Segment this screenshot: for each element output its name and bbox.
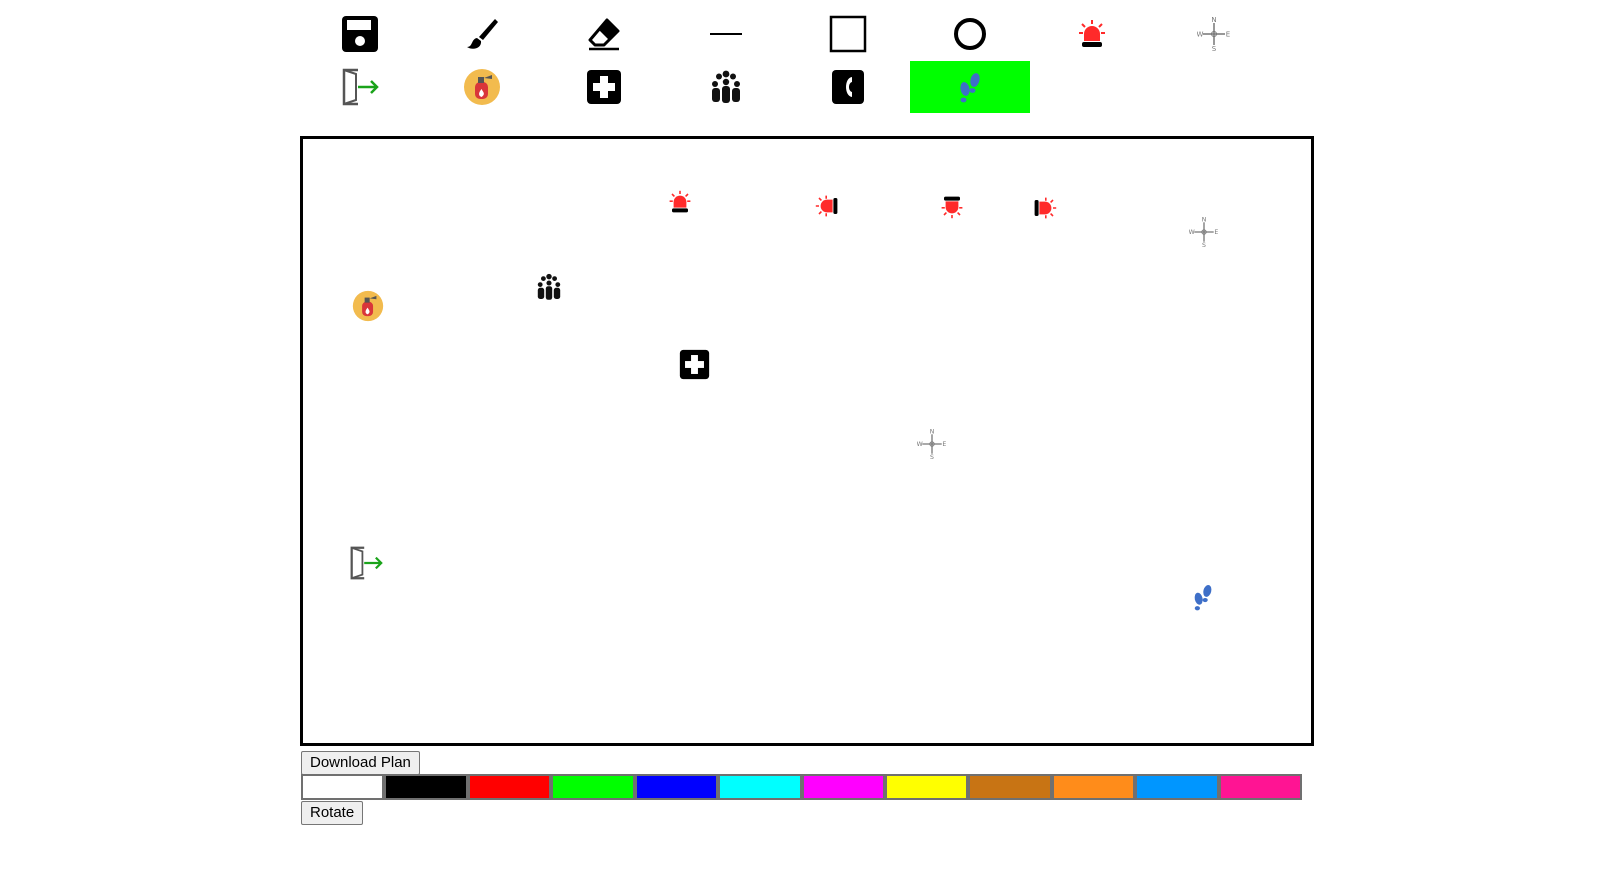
svg-text:S: S	[930, 454, 934, 459]
save-icon	[342, 16, 378, 52]
placed-alarm-siren-rot270[interactable]	[1032, 195, 1058, 221]
download-plan-button[interactable]: Download Plan	[301, 751, 420, 775]
alarm-siren-icon	[815, 195, 838, 217]
color-swatch[interactable]	[551, 774, 635, 800]
footsteps-icon	[960, 73, 980, 103]
phone-icon	[832, 70, 864, 104]
placed-footsteps[interactable]	[1189, 582, 1217, 612]
eraser-tool[interactable]	[544, 8, 664, 60]
circle-icon	[954, 18, 986, 50]
compass-icon: N S W E	[917, 429, 946, 459]
placed-exit-door[interactable]	[347, 545, 385, 581]
alarm-siren-icon	[941, 196, 963, 219]
svg-text:W: W	[1189, 229, 1195, 236]
placed-people-group[interactable]	[534, 271, 564, 303]
svg-text:W: W	[917, 441, 923, 448]
color-swatch[interactable]	[1135, 774, 1219, 800]
svg-text:S: S	[1202, 242, 1206, 247]
svg-text:N: N	[930, 429, 935, 435]
alarm-tool[interactable]	[1032, 8, 1152, 60]
color-swatch[interactable]	[1218, 774, 1303, 800]
eraser-icon	[588, 18, 620, 51]
svg-text:N: N	[1211, 17, 1216, 24]
extinguisher-tool[interactable]	[422, 61, 542, 113]
line-tool[interactable]	[666, 8, 786, 60]
circle-tool[interactable]	[910, 8, 1030, 60]
people-group-icon	[537, 273, 561, 300]
color-swatch[interactable]	[634, 774, 719, 800]
compass-icon: N S W E	[1189, 217, 1218, 247]
footsteps-tool[interactable]	[910, 61, 1030, 113]
exit-tool[interactable]	[300, 61, 420, 113]
people-group-icon	[712, 70, 740, 103]
rotate-button[interactable]: Rotate	[301, 801, 364, 825]
drawing-canvas[interactable]: N S W E N S W E	[300, 136, 1314, 746]
svg-text:N: N	[1202, 217, 1207, 223]
assembly-point-tool[interactable]	[666, 61, 786, 113]
rectangle-tool[interactable]	[788, 8, 908, 60]
exit-door-icon	[350, 546, 383, 580]
rectangle-icon	[829, 15, 867, 53]
svg-text:E: E	[942, 441, 946, 448]
line-icon	[710, 33, 742, 35]
placed-alarm-siren-rot90[interactable]	[814, 193, 840, 219]
placed-compass[interactable]: N S W E	[916, 428, 948, 460]
save-tool[interactable]	[300, 8, 420, 60]
alarm-siren-icon	[1034, 197, 1057, 219]
footsteps-icon	[1194, 584, 1212, 611]
placed-alarm-siren-rot180[interactable]	[939, 194, 965, 220]
brush-icon	[467, 19, 498, 49]
placed-first-aid[interactable]	[677, 347, 711, 381]
color-swatch[interactable]	[467, 774, 552, 800]
color-swatch[interactable]	[801, 774, 885, 800]
alarm-siren-icon	[669, 190, 691, 213]
brush-tool[interactable]	[422, 8, 542, 60]
svg-text:E: E	[1214, 229, 1218, 236]
placed-compass[interactable]: N S W E	[1188, 216, 1220, 248]
color-swatch[interactable]	[718, 774, 802, 800]
color-swatch[interactable]	[1051, 774, 1136, 800]
svg-text:S: S	[1212, 45, 1217, 51]
color-swatch[interactable]	[968, 774, 1052, 800]
exit-door-icon	[342, 68, 379, 106]
fire-extinguisher-icon	[464, 69, 500, 105]
fire-extinguisher-icon	[352, 290, 384, 322]
phone-tool[interactable]	[788, 61, 908, 113]
color-swatch[interactable]	[884, 774, 969, 800]
color-palette	[301, 774, 1303, 800]
placed-fire-extinguisher[interactable]	[351, 289, 385, 323]
color-swatch[interactable]	[301, 774, 385, 800]
compass-icon: N S W E	[1197, 17, 1230, 51]
alarm-siren-icon	[1079, 20, 1105, 47]
svg-text:E: E	[1226, 31, 1230, 39]
color-swatch[interactable]	[384, 774, 468, 800]
first-aid-icon	[587, 70, 621, 104]
svg-text:W: W	[1197, 31, 1204, 39]
compass-tool[interactable]: N S W E	[1154, 8, 1274, 60]
placed-alarm-siren[interactable]	[667, 189, 693, 215]
first-aid-tool[interactable]	[544, 61, 664, 113]
first-aid-icon	[679, 349, 709, 379]
